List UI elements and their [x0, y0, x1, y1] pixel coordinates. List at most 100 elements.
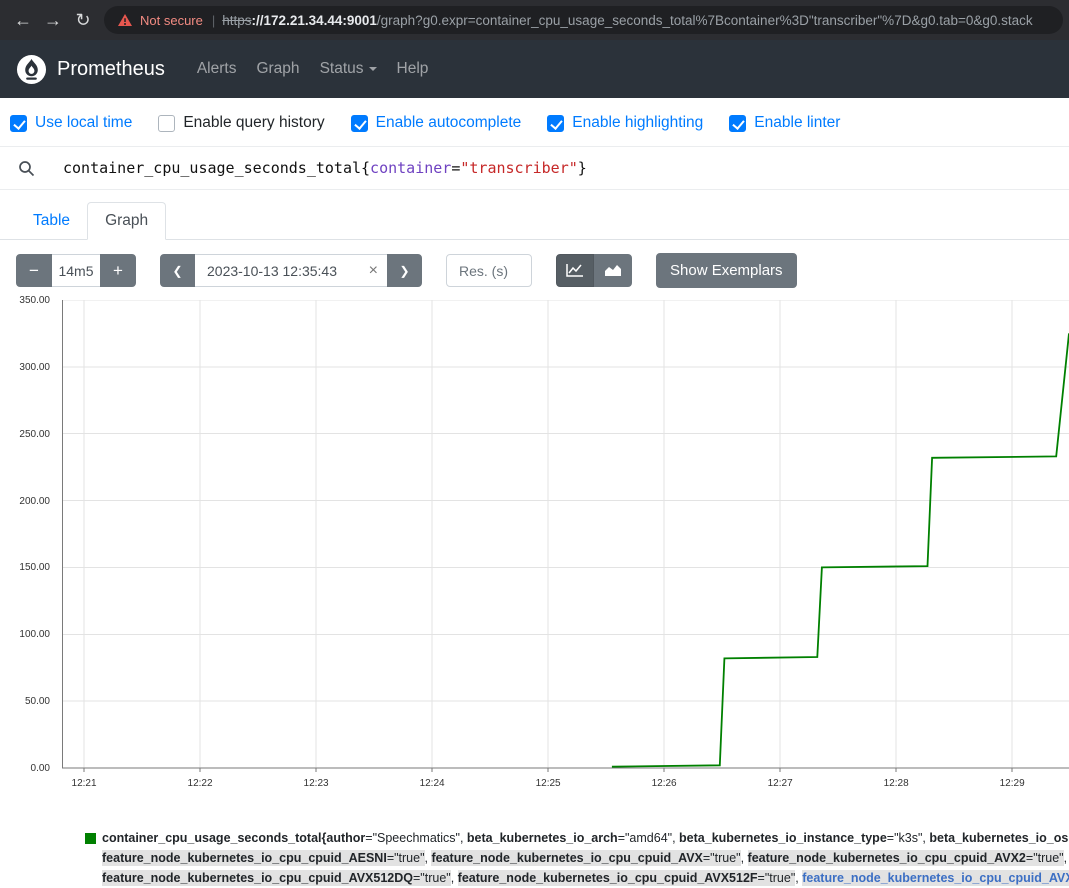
line-chart-button[interactable]	[556, 254, 594, 287]
legend-label: feature_node_kubernetes_io_cpu_cpuid_AVX…	[748, 850, 1064, 866]
expr-equals: =	[451, 159, 460, 177]
datetime-input[interactable]	[195, 254, 387, 287]
increase-range-button[interactable]: +	[100, 254, 136, 287]
nav-item-status-label: Status	[320, 60, 364, 77]
x-tick-label: 12:21	[62, 778, 106, 789]
prometheus-navbar: Prometheus Alerts Graph Status Help	[0, 40, 1069, 98]
legend-label: beta_kubernetes_io_arch="amd64"	[467, 830, 672, 846]
time-input-group: ❮ × ❯	[160, 254, 422, 287]
back-time-button[interactable]: ❮	[160, 254, 195, 287]
panel-tabs: Table Graph	[0, 190, 1069, 240]
not-secure-label: Not secure	[140, 13, 203, 28]
legend-line: feature_node_kubernetes_io_cpu_cpuid_AES…	[102, 848, 1069, 868]
nav-item-help[interactable]: Help	[387, 52, 439, 86]
clear-time-icon[interactable]: ×	[369, 263, 378, 279]
y-tick-label: 350.00	[19, 295, 50, 306]
legend-series-swatch[interactable]	[85, 833, 96, 844]
chart-svg	[62, 300, 1069, 774]
y-tick-label: 200.00	[19, 496, 50, 507]
option-label: Enable linter	[754, 114, 840, 132]
legend-label: beta_kubernetes_io_instance_type="k3s"	[679, 830, 922, 846]
promql-expression[interactable]: container_cpu_usage_seconds_total{contai…	[63, 159, 587, 177]
caret-down-icon	[369, 67, 377, 71]
expr-label-value: "transcriber"	[460, 159, 577, 177]
x-tick-label: 12:25	[526, 778, 570, 789]
option-label: Use local time	[35, 114, 132, 132]
checkbox[interactable]	[547, 115, 564, 132]
legend-label: feature_node_kubernetes_io_cpu_cpuid_AES…	[102, 850, 425, 866]
decrease-range-button[interactable]: −	[16, 254, 52, 287]
stacked-chart-button[interactable]	[594, 254, 632, 287]
checkbox[interactable]	[10, 115, 27, 132]
x-tick-label: 12:22	[178, 778, 222, 789]
y-tick-label: 50.00	[25, 696, 50, 707]
brand-title: Prometheus	[57, 58, 165, 81]
forward-time-button[interactable]: ❯	[387, 254, 422, 287]
datetime-wrap: ×	[195, 254, 387, 287]
y-tick-label: 250.00	[19, 429, 50, 440]
url-separator: |	[212, 13, 215, 28]
expression-input[interactable]: container_cpu_usage_seconds_total{contai…	[0, 146, 1069, 190]
x-tick-label: 12:24	[410, 778, 454, 789]
graph-panel: 0.00 50.00 100.00 150.00 200.00 250.00 300.00 3…	[0, 298, 1069, 798]
url-scheme: https	[222, 13, 251, 28]
checkbox[interactable]	[351, 115, 368, 132]
legend-series-labels: container_cpu_usage_seconds_total{author…	[102, 828, 1069, 888]
nav-item-alerts[interactable]: Alerts	[187, 52, 247, 86]
browser-back-button[interactable]: ←	[8, 5, 38, 35]
option-use-local-time[interactable]: Use local time	[10, 114, 132, 132]
option-enable-autocomplete[interactable]: Enable autocomplete	[351, 114, 522, 132]
tab-graph[interactable]: Graph	[87, 202, 166, 240]
chart-legend: container_cpu_usage_seconds_total{author…	[0, 798, 1069, 888]
prometheus-logo-icon	[16, 54, 47, 85]
nav-item-graph[interactable]: Graph	[246, 52, 309, 86]
expr-open-brace: {	[361, 159, 370, 177]
legend-label: feature_node_kubernetes_io_cpu_cpuid_AVX…	[102, 870, 451, 886]
checkbox[interactable]	[729, 115, 746, 132]
option-label: Enable query history	[183, 114, 324, 132]
legend-label[interactable]: feature_node_kubernetes_io_cpu_cpuid_AVX…	[802, 870, 1069, 886]
url-text: https://172.21.34.44:9001/graph?g0.expr=…	[222, 13, 1032, 28]
y-tick-label: 150.00	[19, 562, 50, 573]
url-path: /graph?g0.expr=container_cpu_usage_secon…	[377, 13, 1033, 28]
y-tick-label: 300.00	[19, 362, 50, 373]
chart-plot-area[interactable]	[62, 300, 1069, 774]
legend-label: beta_kubernetes_io_os="linux"	[929, 830, 1069, 846]
option-enable-query-history[interactable]: Enable query history	[158, 114, 324, 132]
browser-forward-button[interactable]: →	[38, 5, 68, 35]
y-tick-label: 100.00	[19, 629, 50, 640]
option-enable-linter[interactable]: Enable linter	[729, 114, 840, 132]
graph-controls: − + ❮ × ❯ Show Exemplars	[0, 240, 1069, 288]
option-enable-highlighting[interactable]: Enable highlighting	[547, 114, 703, 132]
show-exemplars-button[interactable]: Show Exemplars	[656, 253, 797, 288]
x-axis-labels: 12:2112:2212:2312:2412:2512:2612:2712:28…	[62, 778, 1069, 792]
y-axis-labels: 0.0050.00100.00150.00200.00250.00300.003…	[0, 300, 56, 768]
address-bar[interactable]: Not secure | https://172.21.34.44:9001/g…	[104, 6, 1063, 34]
prometheus-brand[interactable]: Prometheus	[16, 54, 165, 85]
legend-line: container_cpu_usage_seconds_total{author…	[102, 828, 1069, 848]
options-row: Use local time Enable query history Enab…	[0, 98, 1069, 146]
x-tick-label: 12:23	[294, 778, 338, 789]
navbar-links: Alerts Graph Status Help	[187, 52, 439, 86]
legend-metric-name: container_cpu_usage_seconds_total{	[102, 831, 326, 845]
legend-label: feature_node_kubernetes_io_cpu_cpuid_AVX…	[431, 850, 740, 866]
option-label: Enable autocomplete	[376, 114, 522, 132]
browser-toolbar: ← → ↻ Not secure | https://172.21.34.44:…	[0, 0, 1069, 40]
tab-table[interactable]: Table	[16, 203, 87, 239]
x-tick-label: 12:28	[874, 778, 918, 789]
legend-label: feature_node_kubernetes_io_cpu_cpuid_AVX…	[458, 870, 796, 886]
checkbox[interactable]	[158, 115, 175, 132]
not-secure-warning-icon[interactable]	[117, 13, 133, 27]
legend-line: feature_node_kubernetes_io_cpu_cpuid_AVX…	[102, 868, 1069, 888]
nav-item-status[interactable]: Status	[310, 52, 387, 86]
legend-label: author="Speechmatics"	[326, 830, 460, 846]
option-label: Enable highlighting	[572, 114, 703, 132]
browser-reload-button[interactable]: ↻	[68, 5, 98, 35]
resolution-input[interactable]	[446, 254, 532, 287]
range-input[interactable]	[52, 254, 100, 287]
y-tick-label: 0.00	[31, 763, 50, 774]
x-tick-label: 12:26	[642, 778, 686, 789]
expr-close-brace: }	[578, 159, 587, 177]
x-tick-label: 12:29	[990, 778, 1034, 789]
chart-type-toggle	[556, 254, 632, 287]
